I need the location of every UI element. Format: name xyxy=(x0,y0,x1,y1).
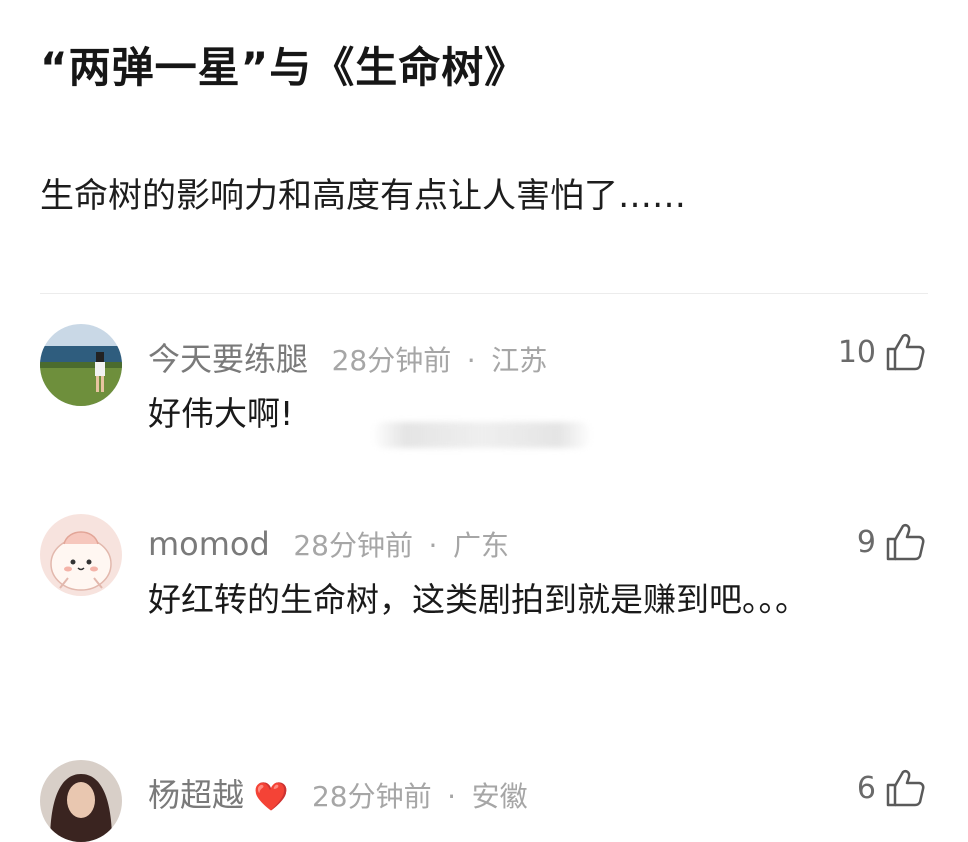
avatar[interactable] xyxy=(40,324,122,406)
comment-location: 安徽 xyxy=(471,780,528,813)
like-count: 10 xyxy=(837,334,876,370)
comment-meta: 杨超越 ❤️ 28分钟前 · 安徽 xyxy=(148,770,528,816)
avatar[interactable] xyxy=(40,514,122,596)
comment-meta: 今天要练腿 28分钟前 · 江苏 xyxy=(148,334,547,380)
avatar-photo-icon xyxy=(40,760,122,842)
like-button[interactable]: 6 xyxy=(857,768,926,808)
thumbs-up-icon xyxy=(886,333,925,371)
comment-time: 28分钟前 xyxy=(293,529,413,562)
comment-meta: momod 28分钟前 · 广东 xyxy=(148,524,509,564)
post-subtitle: 生命树的影响力和高度有点让人害怕了…… xyxy=(40,176,686,216)
comment-location: 江苏 xyxy=(491,344,548,377)
avatar-photo-icon xyxy=(40,324,122,406)
blurred-watermark xyxy=(372,422,592,448)
comment-author[interactable]: 杨超越 xyxy=(148,776,244,814)
comment-location: 广东 xyxy=(453,529,510,562)
like-button[interactable]: 10 xyxy=(838,332,926,372)
avatar[interactable] xyxy=(40,760,122,842)
comment-author[interactable]: momod xyxy=(148,525,270,563)
like-count: 6 xyxy=(856,770,876,806)
comment-time: 28分钟前 xyxy=(331,344,452,377)
thumbs-up-icon xyxy=(886,523,925,561)
avatar-cartoon-icon xyxy=(40,514,122,596)
thumbs-up-icon xyxy=(886,769,925,807)
like-button[interactable]: 9 xyxy=(857,522,926,562)
comment-author[interactable]: 今天要练腿 xyxy=(148,340,308,378)
meta-separator: · xyxy=(466,344,476,377)
meta-separator: · xyxy=(428,529,438,562)
comment-time: 28分钟前 xyxy=(311,780,432,813)
heart-icon: ❤️ xyxy=(253,780,289,813)
comment-text: 好红转的生命树，这类剧拍到就是赚到吧。。。 xyxy=(148,580,808,619)
divider xyxy=(40,293,928,294)
meta-separator: · xyxy=(447,780,457,813)
post-title: “两弹一星”与《生命树》 xyxy=(40,43,528,92)
like-count: 9 xyxy=(856,524,876,560)
